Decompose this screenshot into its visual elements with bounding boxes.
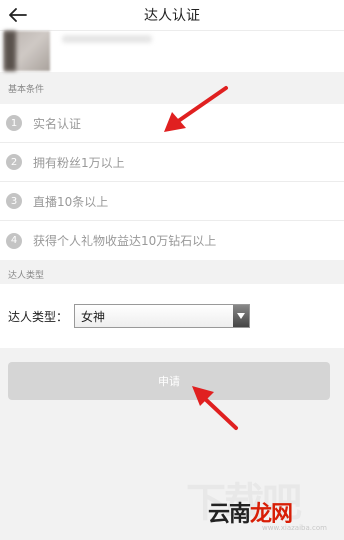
apply-button[interactable]: 申请 — [8, 362, 330, 400]
back-arrow-icon — [9, 8, 27, 22]
watermark-url: www.xiazaiba.com — [262, 524, 327, 532]
section-label-talent-type: 达人类型 — [8, 271, 45, 281]
condition-item: 4 获得个人礼物收益达10万钻石以上 — [0, 221, 344, 260]
condition-text: 直播10条以上 — [33, 194, 109, 209]
section-label-basic-conditions: 基本条件 — [8, 85, 45, 95]
talent-type-selected-value: 女神 — [81, 309, 106, 324]
step-number-badge: 1 — [6, 115, 22, 131]
talent-type-select[interactable]: 女神 — [74, 304, 251, 328]
annotation-arrow-icon — [164, 86, 228, 132]
top-bar: 达人认证 — [0, 0, 344, 30]
step-number-badge: 2 — [6, 154, 22, 170]
page-title: 达人认证 — [144, 8, 200, 24]
condition-text: 实名认证 — [33, 116, 82, 131]
annotation-arrow-icon — [192, 386, 238, 430]
step-number-badge: 3 — [6, 193, 22, 209]
dropdown-toggle[interactable] — [233, 305, 250, 327]
back-button[interactable] — [6, 3, 30, 27]
talent-type-label: 达人类型： — [8, 309, 69, 324]
avatar-shadow — [4, 31, 16, 71]
blurred-username — [62, 35, 152, 43]
condition-item: 2 拥有粉丝1万以上 — [0, 143, 344, 182]
talent-type-row: 达人类型： 女神 — [0, 284, 344, 348]
condition-text: 获得个人礼物收益达10万钻石以上 — [33, 234, 217, 248]
condition-item: 3 直播10条以上 — [0, 182, 344, 221]
caret-down-icon — [237, 313, 246, 319]
user-profile-row — [0, 30, 344, 72]
condition-text: 拥有粉丝1万以上 — [33, 155, 125, 170]
step-number-badge: 4 — [6, 232, 22, 249]
watermark: 下载吧 云南龙网 www.xiazaiba.com — [178, 470, 338, 536]
watermark-main-part1: 云南 — [208, 502, 251, 527]
